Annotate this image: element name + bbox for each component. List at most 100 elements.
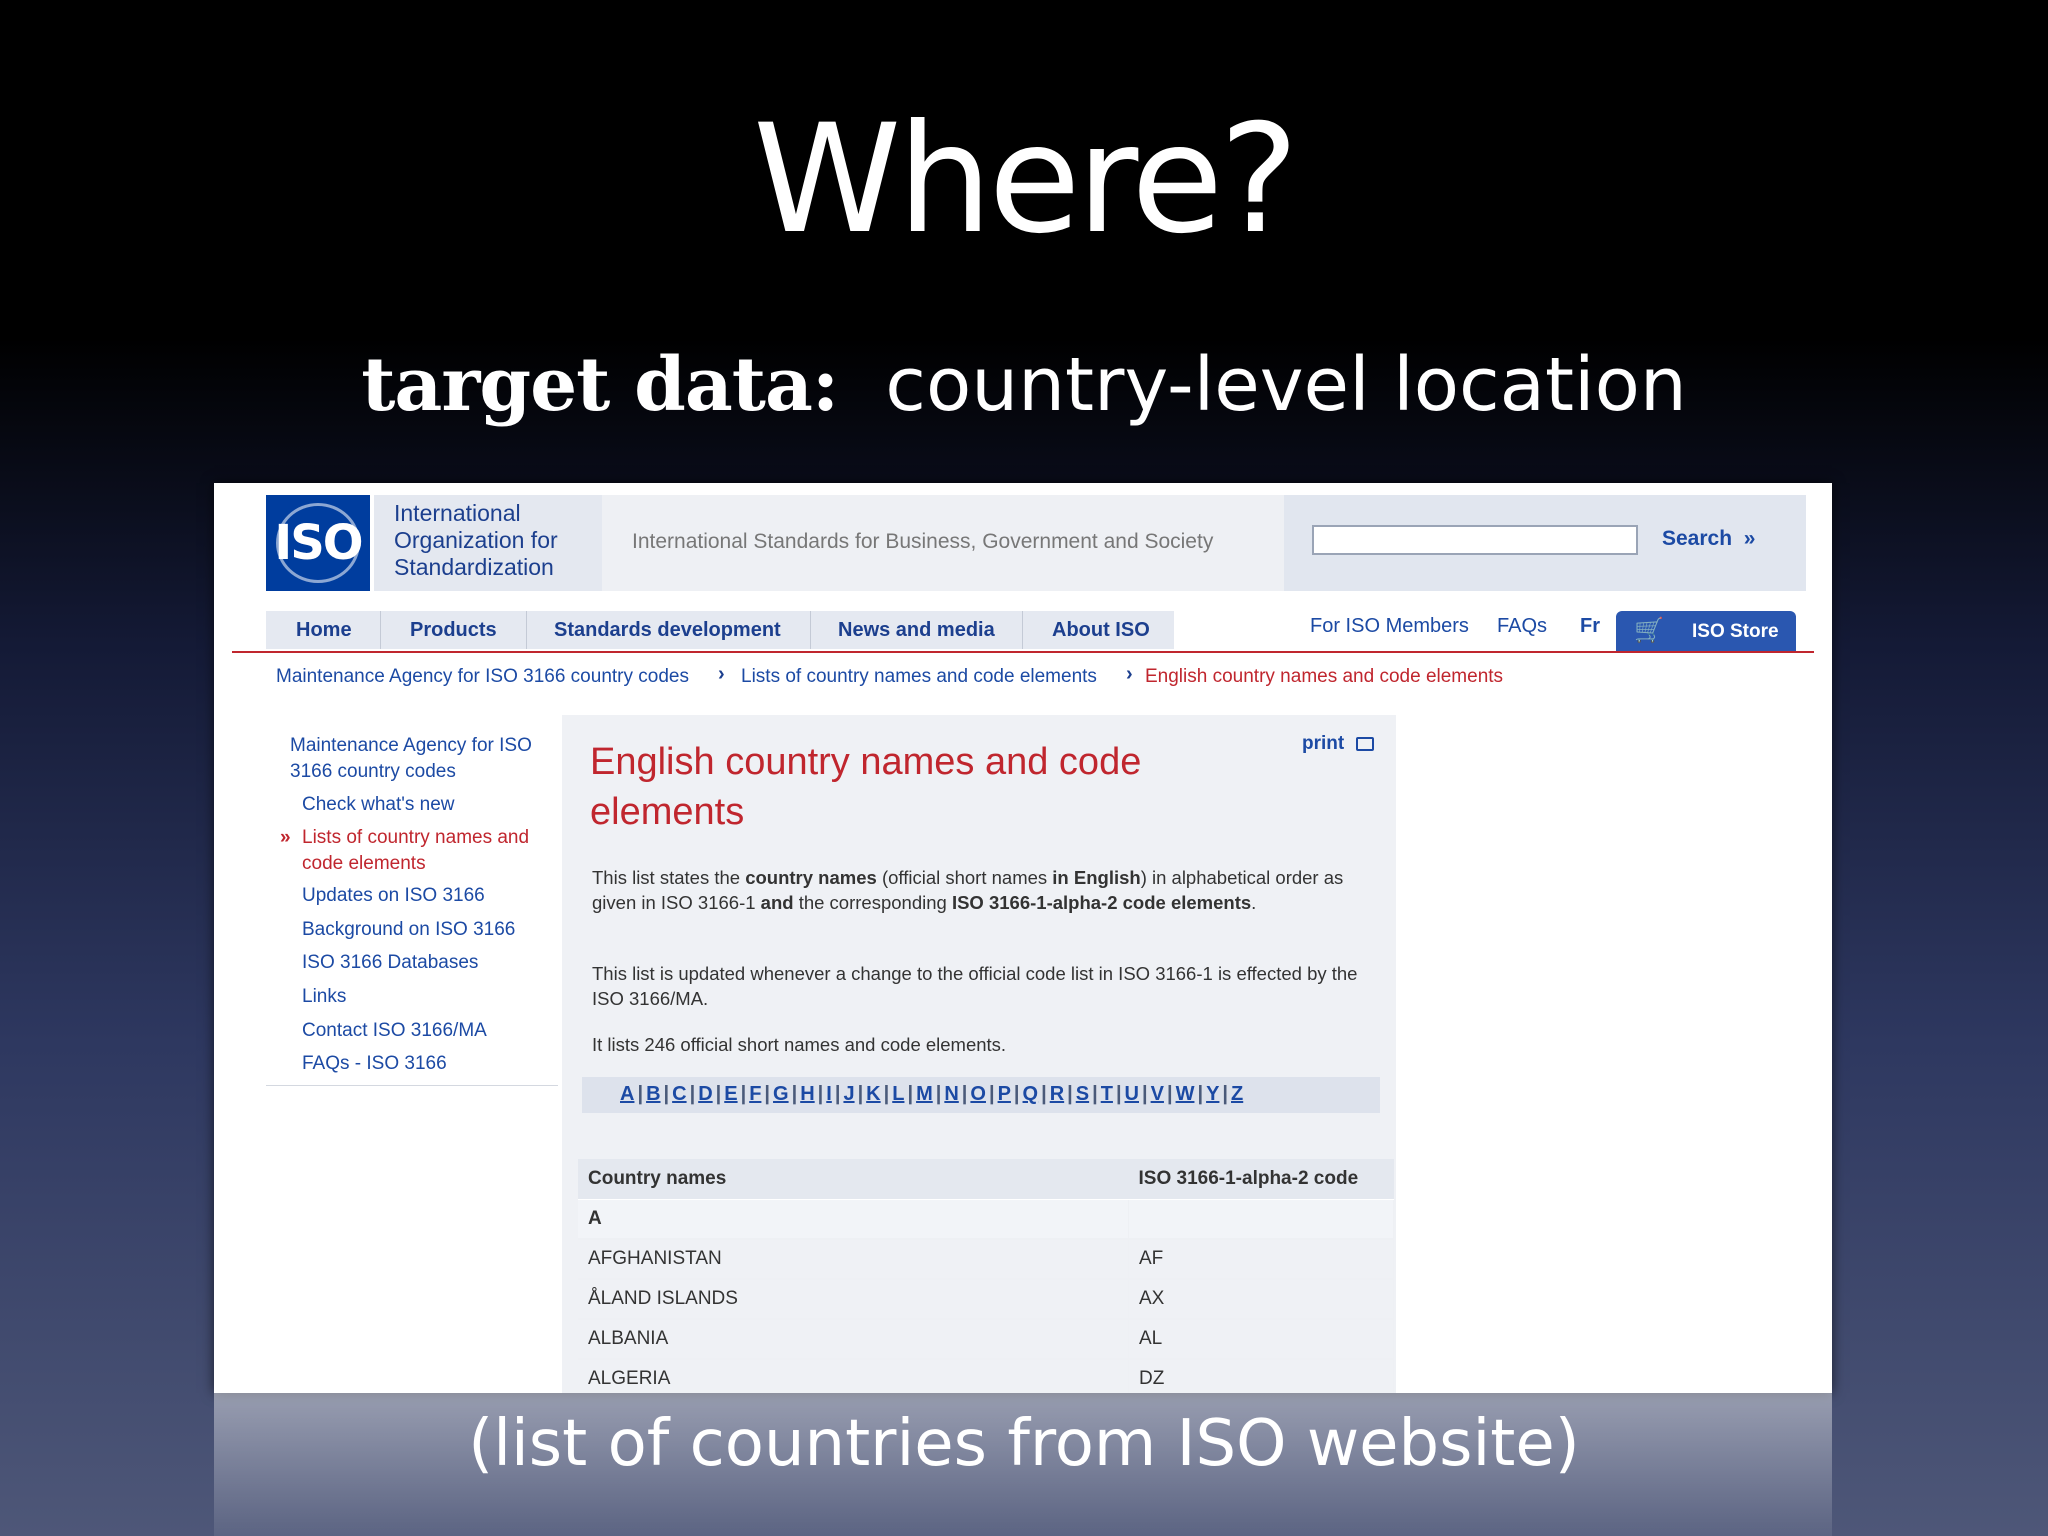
alphabet-link-w[interactable]: W (1176, 1083, 1195, 1105)
nav-about-iso[interactable]: About ISO (1052, 619, 1150, 642)
breadcrumb-item[interactable]: Maintenance Agency for ISO 3166 country … (276, 666, 689, 688)
for-iso-members-link[interactable]: For ISO Members (1310, 615, 1469, 638)
sidebar-item-lists[interactable]: Lists of country names and code elements (302, 825, 529, 877)
alphabet-separator: | (1013, 1083, 1020, 1105)
alphabet-separator: | (637, 1083, 644, 1105)
alphabet-separator: | (961, 1083, 968, 1105)
alphabet-link-z[interactable]: Z (1231, 1083, 1243, 1105)
alphabet-separator: | (1222, 1083, 1229, 1105)
alphabet-separator: | (1197, 1083, 1204, 1105)
sidebar-item-background[interactable]: Background on ISO 3166 (302, 917, 515, 943)
breadcrumb-item[interactable]: Lists of country names and code elements (741, 666, 1097, 688)
alphabet-link-r[interactable]: R (1050, 1083, 1064, 1105)
alphabet-separator: | (857, 1083, 864, 1105)
alphabet-link-p[interactable]: P (998, 1083, 1011, 1105)
column-header-country: Country names (578, 1159, 1129, 1200)
print-button[interactable]: print (1302, 733, 1374, 755)
alphabet-link-k[interactable]: K (866, 1083, 880, 1105)
country-name-cell: ALGERIA (578, 1359, 1129, 1393)
sidebar-item-updates[interactable]: Updates on ISO 3166 (302, 883, 485, 909)
iso-store-button[interactable]: 🛒 ISO Store (1616, 611, 1796, 651)
alphabet-separator: | (715, 1083, 722, 1105)
alphabet-link-o[interactable]: O (970, 1083, 986, 1105)
alphabet-separator: | (1067, 1083, 1073, 1105)
nav-divider (810, 611, 811, 649)
country-name-cell: ÅLAND ISLANDS (578, 1279, 1129, 1320)
slide-title: Where? (753, 93, 1299, 267)
iso-store-label: ISO Store (1692, 621, 1779, 642)
french-link[interactable]: Fr (1580, 615, 1600, 638)
alphabet-link-j[interactable]: J (843, 1083, 854, 1105)
alphabet-separator: | (689, 1083, 696, 1105)
sidebar-divider (266, 1085, 558, 1086)
country-code-cell: DZ (1128, 1359, 1394, 1393)
text: . (1251, 892, 1257, 913)
alphabet-link-m[interactable]: M (916, 1083, 933, 1105)
alphabet-link-h[interactable]: H (800, 1083, 814, 1105)
search-button[interactable]: Search » (1662, 527, 1755, 551)
alphabet-link-q[interactable]: Q (1023, 1083, 1039, 1105)
chevron-right-icon: › (1126, 663, 1133, 685)
nav-divider (1022, 611, 1023, 649)
org-name: International Organization for Standardi… (394, 500, 558, 581)
alphabet-separator: | (907, 1083, 914, 1105)
alphabet-link-f[interactable]: F (749, 1083, 761, 1105)
letter-cell: A (578, 1199, 1129, 1240)
alphabet-link-y[interactable]: Y (1206, 1083, 1219, 1105)
sidebar-item-whats-new[interactable]: Check what's new (302, 792, 455, 818)
sidebar-item-databases[interactable]: ISO 3166 Databases (302, 950, 478, 976)
alphabet-link-u[interactable]: U (1125, 1083, 1139, 1105)
alphabet-link-l[interactable]: L (892, 1083, 904, 1105)
sidebar-item-links[interactable]: Links (302, 984, 346, 1010)
alphabet-link-c[interactable]: C (672, 1083, 686, 1105)
search-input[interactable] (1312, 525, 1638, 555)
alphabet-link-i[interactable]: I (826, 1083, 832, 1105)
sidebar-item-label: code elements (302, 853, 426, 874)
sidebar-active-marker-icon: » (280, 827, 291, 848)
empty-cell (1128, 1199, 1394, 1240)
sidebar-item-contact[interactable]: Contact ISO 3166/MA (302, 1018, 487, 1044)
country-code-cell: AX (1128, 1279, 1394, 1320)
alphabet-link-t[interactable]: T (1101, 1083, 1113, 1105)
alphabet-link-v[interactable]: V (1151, 1083, 1164, 1105)
alphabet-link-d[interactable]: D (698, 1083, 712, 1105)
alphabet-separator: | (1115, 1083, 1122, 1105)
country-code-cell: AL (1128, 1319, 1394, 1360)
alphabet-link-b[interactable]: B (646, 1083, 660, 1105)
alphabet-separator: | (935, 1083, 942, 1105)
nav-news-and-media[interactable]: News and media (838, 619, 995, 642)
sidebar-item-maintenance-agency[interactable]: Maintenance Agency for ISO 3166 country … (290, 733, 532, 785)
slide-subtitle: target data: country-level location (0, 348, 2048, 422)
alphabet-link-n[interactable]: N (944, 1083, 958, 1105)
alphabet-separator: | (764, 1083, 771, 1105)
nav-underline (232, 651, 1814, 653)
intro-paragraph: This list states the country names (offi… (592, 865, 1372, 915)
alphabet-separator: | (817, 1083, 824, 1105)
update-paragraph: This list is updated whenever a change t… (592, 963, 1358, 1009)
alphabet-link-a[interactable]: A (620, 1083, 634, 1105)
page-title-line: English country names and code (590, 741, 1142, 783)
sidebar-item-label: Lists of country names and (302, 827, 530, 848)
alphabet-link-e[interactable]: E (724, 1083, 737, 1105)
country-name-cell: ALBANIA (578, 1319, 1129, 1360)
column-header-code: ISO 3166-1-alpha-2 code (1128, 1159, 1394, 1200)
alphabet-separator: | (883, 1083, 890, 1105)
nav-home[interactable]: Home (296, 619, 352, 642)
sidebar-item-faqs[interactable]: FAQs - ISO 3166 (302, 1051, 447, 1077)
logo-text: ISO (274, 515, 363, 571)
search-label: Search (1662, 527, 1733, 550)
text-bold: ISO 3166-1-alpha-2 code elements (951, 892, 1252, 913)
nav-standards-development[interactable]: Standards development (554, 619, 781, 642)
text-bold: and (760, 892, 794, 913)
alphabet-separator: | (740, 1083, 747, 1105)
alphabet-separator: | (1166, 1083, 1173, 1105)
breadcrumb-current: English country names and code elements (1145, 666, 1504, 687)
nav-products[interactable]: Products (410, 619, 497, 642)
table-letter-row: A (578, 1199, 1394, 1240)
page-title: English country names and code elements (590, 737, 1190, 837)
alphabet-link-s[interactable]: S (1076, 1083, 1089, 1105)
faqs-link[interactable]: FAQs (1497, 615, 1547, 638)
iso-website-screenshot: ISO International Organization for Stand… (214, 483, 1832, 1393)
iso-logo[interactable]: ISO (266, 495, 370, 591)
alphabet-link-g[interactable]: G (773, 1083, 789, 1105)
